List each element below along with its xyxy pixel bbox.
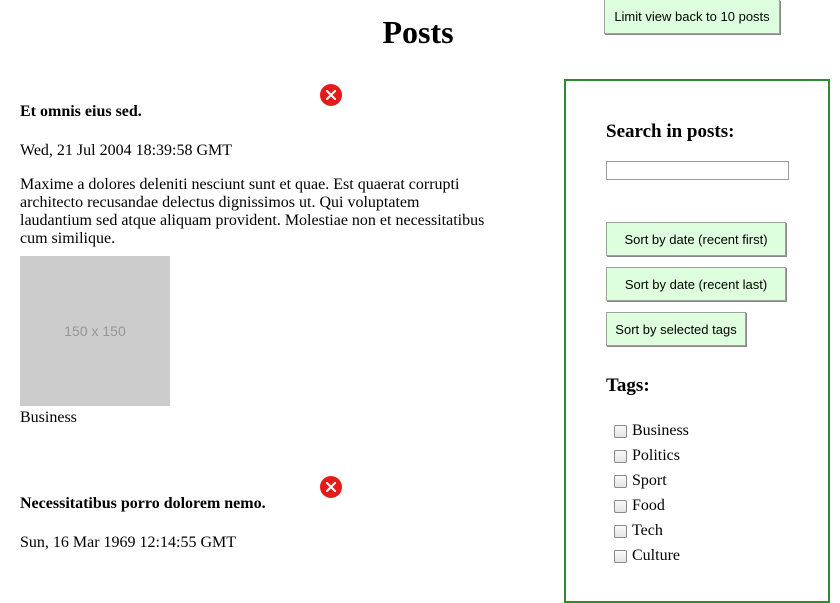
close-icon — [326, 90, 336, 100]
tag-checkbox[interactable] — [614, 524, 627, 538]
search-input[interactable] — [606, 161, 789, 180]
post-title: Necessitatibus porro dolorem nemo. — [20, 495, 266, 512]
tag-option-tech[interactable]: Tech — [614, 522, 663, 540]
tag-label: Food — [632, 497, 665, 514]
post-date: Wed, 21 Jul 2004 18:39:58 GMT — [20, 142, 233, 159]
tag-label: Sport — [632, 472, 667, 489]
sort-recent-last-button[interactable]: Sort by date (recent last) — [606, 267, 786, 301]
sort-by-tags-button[interactable]: Sort by selected tags — [606, 312, 746, 346]
tag-checkbox[interactable] — [614, 474, 627, 488]
tag-label: Culture — [632, 547, 680, 564]
tag-option-politics[interactable]: Politics — [614, 447, 680, 465]
post-date: Sun, 16 Mar 1969 12:14:55 GMT — [20, 534, 236, 551]
post-body: Maxime a dolores deleniti nesciunt sunt … — [20, 176, 485, 247]
tags-heading: Tags: — [606, 375, 650, 396]
image-placeholder-label: 150 x 150 — [64, 323, 126, 339]
post-image: 150 x 150 — [20, 256, 170, 406]
tag-checkbox[interactable] — [614, 549, 627, 563]
delete-post-button[interactable] — [320, 84, 342, 106]
tag-checkbox[interactable] — [614, 449, 627, 463]
tag-option-food[interactable]: Food — [614, 497, 665, 515]
close-icon — [326, 482, 336, 492]
search-heading: Search in posts: — [606, 121, 735, 142]
sort-recent-first-button[interactable]: Sort by date (recent first) — [606, 222, 786, 256]
post-tag: Business — [20, 409, 77, 426]
tag-option-sport[interactable]: Sport — [614, 472, 667, 490]
tag-checkbox[interactable] — [614, 499, 627, 513]
delete-post-button[interactable] — [320, 476, 342, 498]
tag-label: Business — [632, 422, 689, 439]
post-title: Et omnis eius sed. — [20, 103, 142, 120]
tag-label: Tech — [632, 522, 663, 539]
sidebar: Search in posts: Sort by date (recent fi… — [564, 79, 830, 603]
tag-checkbox[interactable] — [614, 424, 627, 438]
tag-label: Politics — [632, 447, 681, 464]
tag-option-business[interactable]: Business — [614, 422, 689, 440]
tag-option-culture[interactable]: Culture — [614, 547, 680, 565]
limit-view-button[interactable]: Limit view back to 10 posts — [604, 0, 780, 34]
